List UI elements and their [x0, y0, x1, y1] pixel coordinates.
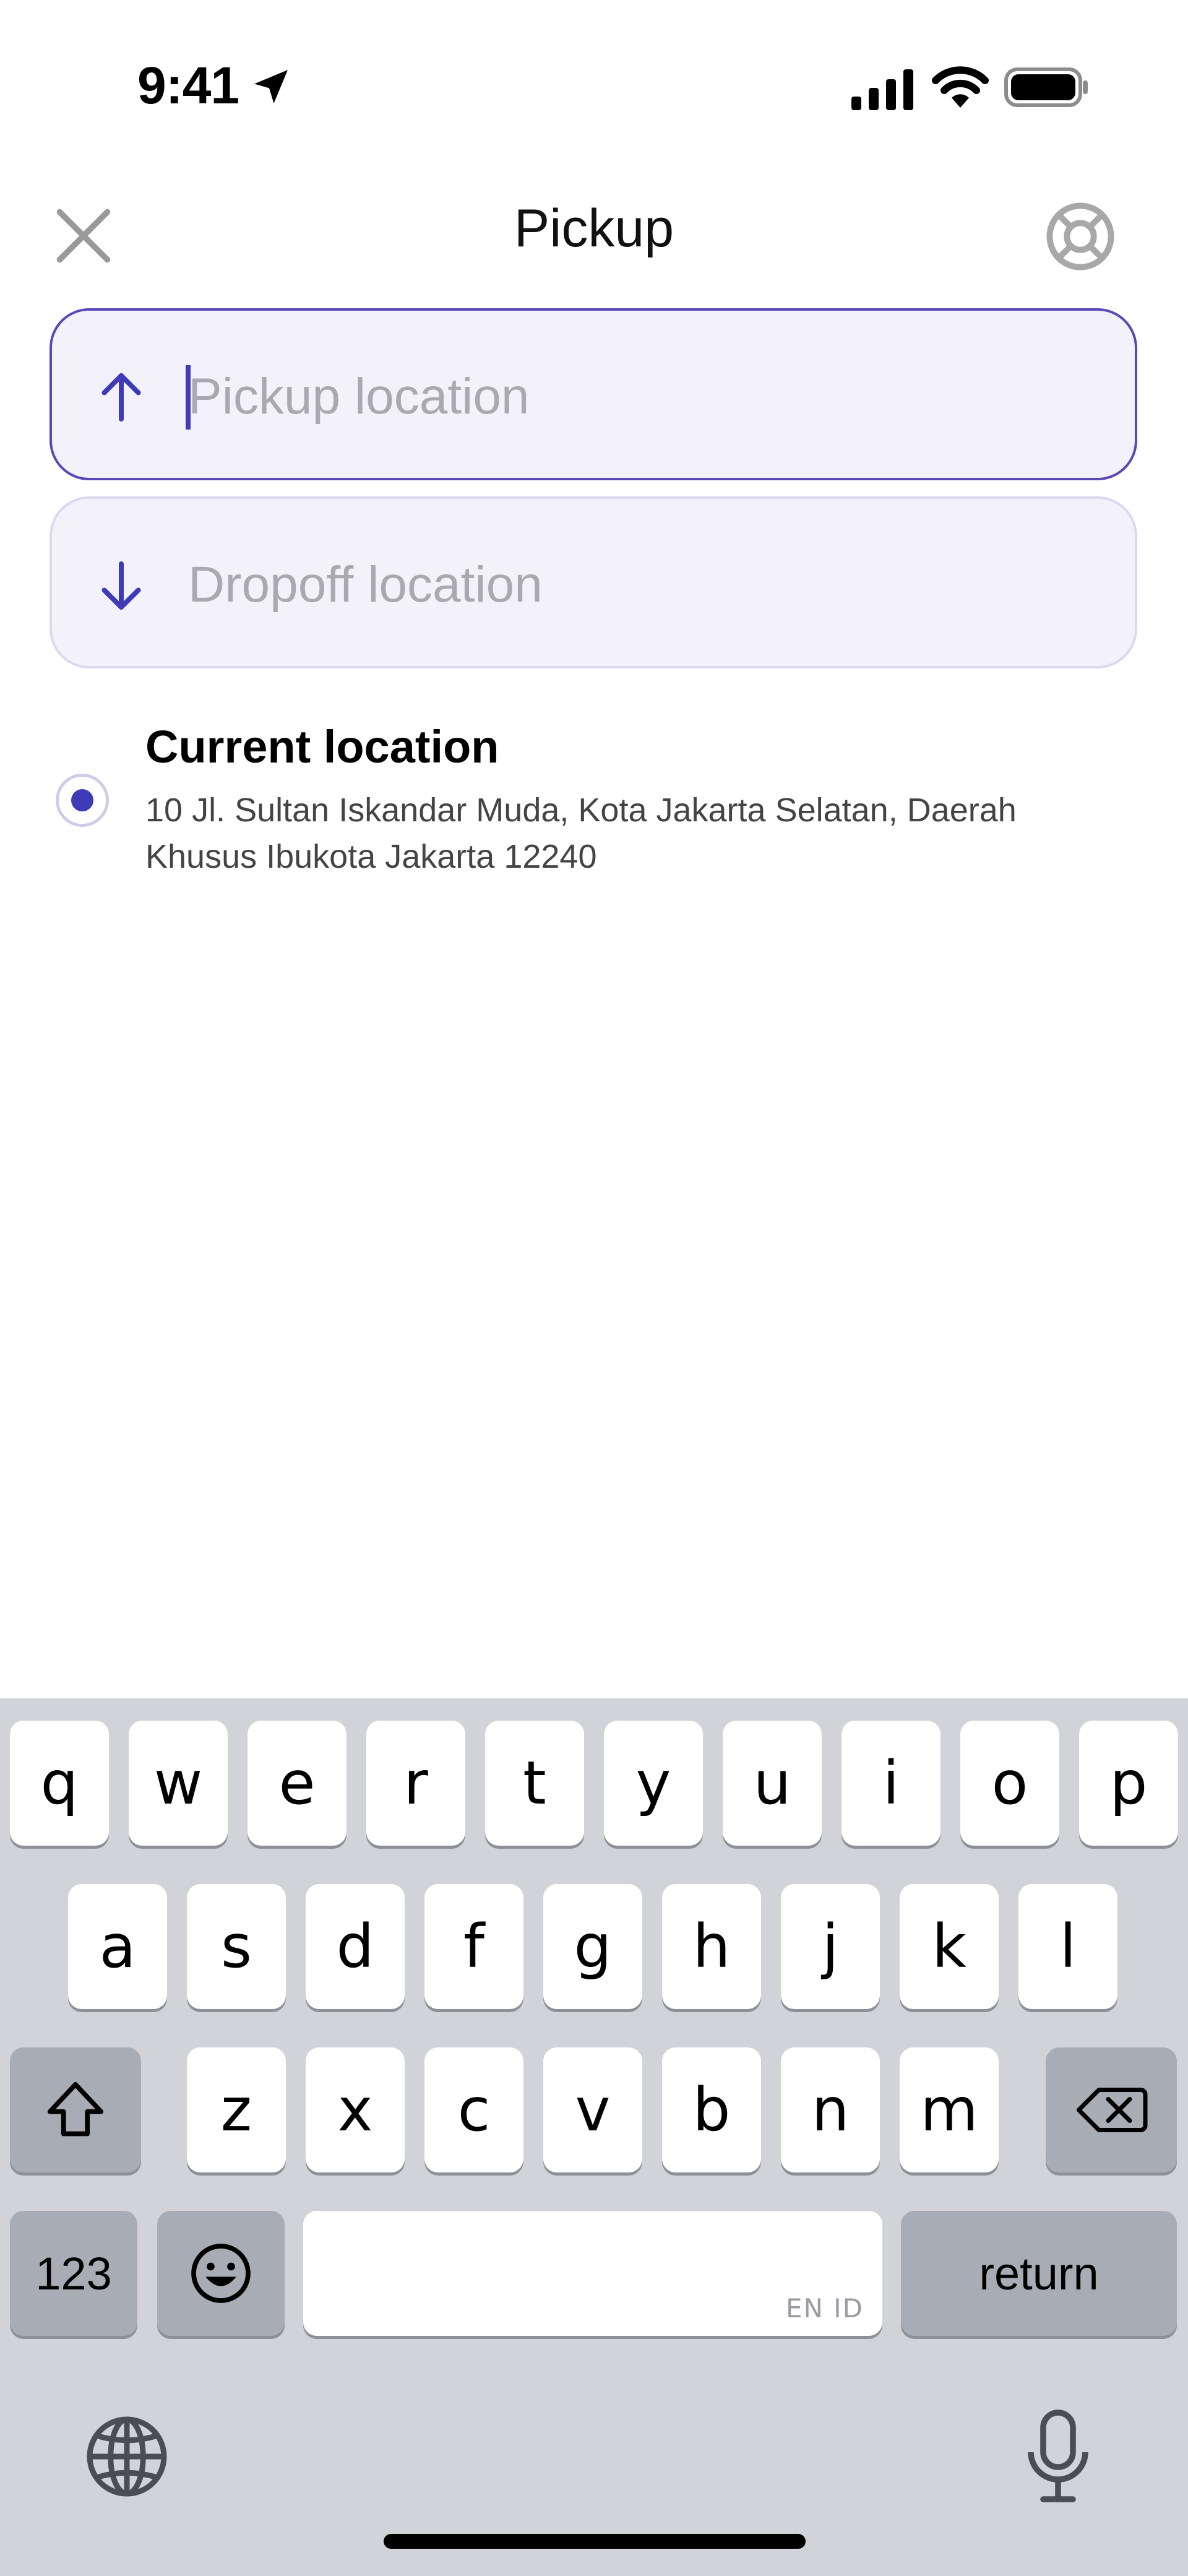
space-language-hint: EN ID: [785, 2293, 864, 2323]
key-z[interactable]: z: [187, 2047, 286, 2172]
pickup-screen: 9:41 Pickup Pickup location Dropoff loca…: [0, 0, 1188, 2576]
key-f[interactable]: f: [424, 1884, 523, 2009]
key-n[interactable]: n: [781, 2047, 880, 2172]
key-k[interactable]: k: [900, 1884, 999, 2009]
key-b[interactable]: b: [662, 2047, 761, 2172]
key-h[interactable]: h: [662, 1884, 761, 2009]
key-u[interactable]: u: [723, 1721, 822, 1846]
shift-key[interactable]: [10, 2047, 141, 2172]
shift-icon: [47, 2081, 104, 2137]
key-i[interactable]: i: [842, 1721, 940, 1846]
home-indicator[interactable]: [384, 2534, 806, 2549]
key-a[interactable]: a: [68, 1884, 167, 2009]
status-bar: 9:41: [0, 0, 1188, 167]
key-l[interactable]: l: [1018, 1884, 1117, 2009]
header: Pickup: [0, 179, 1188, 279]
dropoff-location-field[interactable]: Dropoff location: [50, 496, 1137, 668]
current-location-title: Current location: [145, 721, 499, 772]
key-p[interactable]: p: [1079, 1721, 1178, 1846]
key-x[interactable]: x: [306, 2047, 405, 2172]
microphone-icon[interactable]: [1021, 2408, 1095, 2507]
key-j[interactable]: j: [781, 1884, 880, 2009]
arrow-up-icon: [101, 373, 141, 421]
key-s[interactable]: s: [187, 1884, 286, 2009]
key-c[interactable]: c: [424, 2047, 523, 2172]
key-q[interactable]: q: [10, 1721, 109, 1846]
wifi-icon: [932, 66, 989, 108]
key-g[interactable]: g: [543, 1884, 642, 2009]
lifebuoy-icon[interactable]: [1042, 198, 1119, 275]
current-location-radio[interactable]: [56, 774, 109, 827]
emoji-key[interactable]: [157, 2211, 285, 2336]
key-r[interactable]: r: [366, 1721, 465, 1846]
backspace-key[interactable]: [1046, 2047, 1177, 2172]
numbers-key[interactable]: 123: [10, 2211, 137, 2336]
backspace-icon: [1077, 2088, 1148, 2132]
current-location-option[interactable]: Current location 10 Jl. Sultan Iskandar …: [50, 718, 1137, 891]
cellular-signal-icon: [851, 69, 913, 110]
key-m[interactable]: m: [900, 2047, 999, 2172]
keyboard: q w e r t y u i o p a s d f g h j k l z …: [0, 1698, 1188, 2576]
status-time: 9:41: [137, 56, 239, 115]
key-o[interactable]: o: [960, 1721, 1059, 1846]
key-w[interactable]: w: [129, 1721, 228, 1846]
current-location-address: 10 Jl. Sultan Iskandar Muda, Kota Jakart…: [145, 792, 1017, 875]
pickup-location-placeholder: Pickup location: [188, 368, 530, 425]
arrow-down-icon: [101, 561, 141, 610]
return-key[interactable]: return: [901, 2211, 1177, 2336]
battery-icon: [1004, 67, 1088, 107]
dropoff-location-placeholder: Dropoff location: [188, 556, 543, 613]
page-title: Pickup: [514, 199, 674, 258]
radio-selected-dot: [71, 789, 93, 811]
key-v[interactable]: v: [543, 2047, 642, 2172]
key-t[interactable]: t: [485, 1721, 584, 1846]
key-y[interactable]: y: [604, 1721, 703, 1846]
key-d[interactable]: d: [306, 1884, 405, 2009]
emoji-icon: [191, 2244, 251, 2303]
location-arrow-icon: [254, 70, 288, 103]
globe-icon[interactable]: [80, 2410, 173, 2503]
space-key[interactable]: EN ID: [303, 2211, 882, 2336]
key-e[interactable]: e: [248, 1721, 346, 1846]
pickup-location-field[interactable]: Pickup location: [50, 308, 1137, 480]
